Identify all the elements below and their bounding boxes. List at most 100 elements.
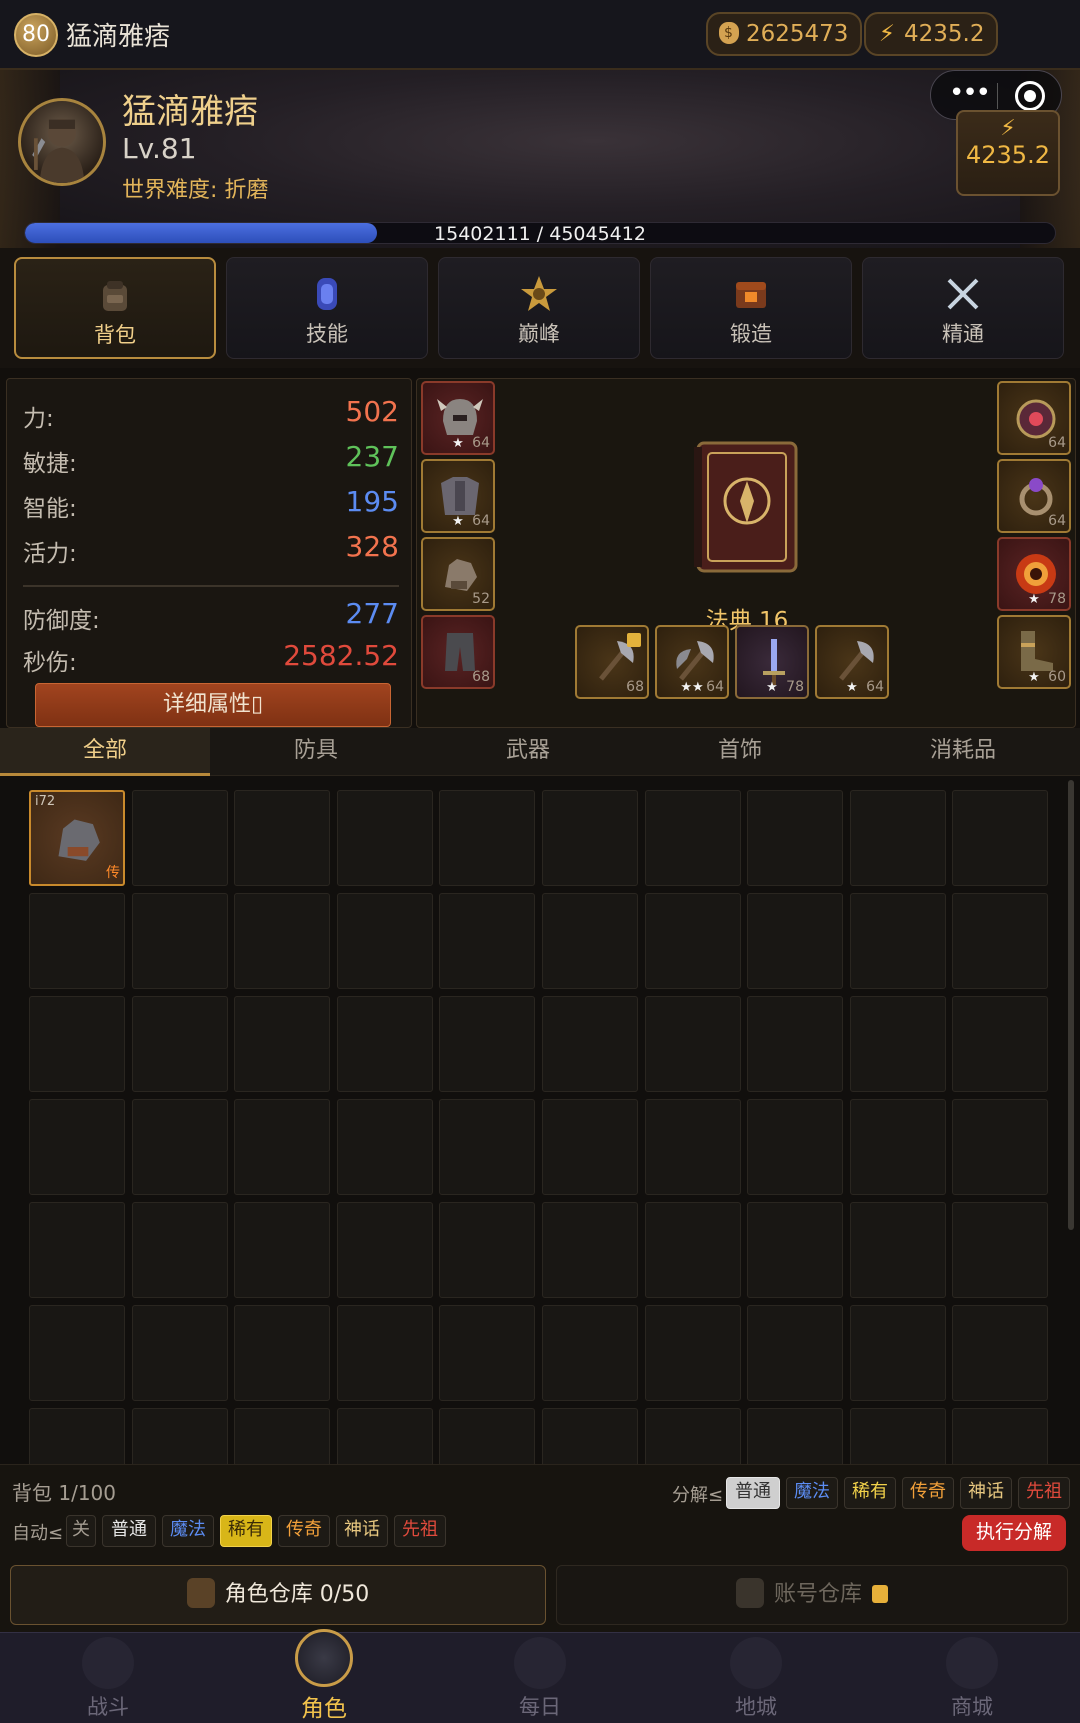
salvage-chip[interactable]: 传奇 bbox=[902, 1477, 954, 1509]
inventory-slot[interactable] bbox=[747, 1202, 843, 1298]
inventory-slot[interactable] bbox=[542, 893, 638, 989]
inventory-slot[interactable] bbox=[645, 893, 741, 989]
inventory-slot[interactable] bbox=[747, 893, 843, 989]
inventory-slot[interactable] bbox=[645, 996, 741, 1092]
codex-book-icon[interactable] bbox=[692, 437, 802, 577]
weapon-slot-3[interactable]: ★ 78 bbox=[735, 625, 809, 699]
salvage-chip[interactable]: 关 bbox=[66, 1515, 96, 1547]
salvage-chip[interactable]: 神话 bbox=[336, 1515, 388, 1547]
weapon-slot-1[interactable]: 68 bbox=[575, 625, 649, 699]
inventory-slot[interactable] bbox=[542, 1305, 638, 1401]
inventory-slot[interactable] bbox=[439, 1408, 535, 1464]
equip-slot-boots[interactable]: ★ 60 bbox=[997, 615, 1071, 689]
inventory-slot[interactable] bbox=[850, 1408, 946, 1464]
nav-dungeon[interactable]: 地城 bbox=[648, 1633, 864, 1723]
salvage-chip[interactable]: 魔法 bbox=[162, 1515, 214, 1547]
inventory-slot[interactable] bbox=[132, 1202, 228, 1298]
salvage-chip[interactable]: 传奇 bbox=[278, 1515, 330, 1547]
cat-tab-weapons[interactable]: 武器 bbox=[422, 728, 634, 776]
account-stash-button[interactable]: 账号仓库 bbox=[556, 1565, 1068, 1625]
role-stash-button[interactable]: 角色仓库 0/50 bbox=[10, 1565, 546, 1625]
inventory-slot[interactable] bbox=[337, 1408, 433, 1464]
inventory-slot[interactable] bbox=[850, 893, 946, 989]
inventory-slot[interactable] bbox=[747, 790, 843, 886]
equip-slot-chest[interactable]: ★ 64 bbox=[421, 459, 495, 533]
salvage-chip[interactable]: 普通 bbox=[726, 1477, 780, 1509]
inventory-slot[interactable] bbox=[645, 1202, 741, 1298]
tab-backpack[interactable]: 背包 bbox=[14, 257, 216, 359]
inventory-slot[interactable] bbox=[29, 1099, 125, 1195]
inventory-slot[interactable] bbox=[337, 790, 433, 886]
more-menu-icon[interactable]: ••• bbox=[949, 80, 991, 107]
salvage-chip[interactable]: 普通 bbox=[102, 1515, 156, 1547]
inventory-slot[interactable] bbox=[952, 996, 1048, 1092]
gold-counter[interactable]: 2625473 bbox=[706, 12, 863, 56]
inventory-slot[interactable] bbox=[850, 790, 946, 886]
cat-tab-all[interactable]: 全部 bbox=[0, 728, 210, 776]
inventory-slot[interactable] bbox=[542, 790, 638, 886]
inventory-item[interactable]: i72 传 bbox=[29, 790, 125, 886]
nav-character[interactable]: 角色 bbox=[216, 1629, 432, 1723]
inventory-slot[interactable] bbox=[747, 1099, 843, 1195]
inventory-slot[interactable] bbox=[234, 790, 330, 886]
inventory-slot[interactable] bbox=[645, 790, 741, 886]
inventory-slot[interactable] bbox=[234, 1305, 330, 1401]
inventory-slot[interactable] bbox=[439, 996, 535, 1092]
weapon-slot-2[interactable]: ★★ 64 bbox=[655, 625, 729, 699]
inventory-slot[interactable] bbox=[850, 1305, 946, 1401]
inventory-slot[interactable] bbox=[132, 893, 228, 989]
close-target-icon[interactable] bbox=[1015, 81, 1045, 111]
inventory-slot[interactable] bbox=[952, 1408, 1048, 1464]
weapon-slot-4[interactable]: ★ 64 bbox=[815, 625, 889, 699]
cat-tab-consumables[interactable]: 消耗品 bbox=[846, 728, 1080, 776]
detail-attributes-button[interactable]: 详细属性▯ bbox=[35, 683, 391, 727]
inventory-slot[interactable] bbox=[747, 1408, 843, 1464]
inventory-slot[interactable] bbox=[952, 790, 1048, 886]
cat-tab-armor[interactable]: 防具 bbox=[210, 728, 422, 776]
inventory-slot[interactable] bbox=[132, 1408, 228, 1464]
inventory-slot[interactable] bbox=[542, 1099, 638, 1195]
inventory-slot[interactable] bbox=[337, 1305, 433, 1401]
avatar[interactable] bbox=[18, 98, 106, 186]
power-box[interactable]: ⚡ 4235.2 bbox=[956, 110, 1060, 196]
inventory-slot[interactable] bbox=[952, 1305, 1048, 1401]
inventory-slot[interactable] bbox=[234, 1099, 330, 1195]
tab-mastery[interactable]: 精通 bbox=[862, 257, 1064, 359]
nav-shop[interactable]: 商城 bbox=[864, 1633, 1080, 1723]
equip-slot-pants[interactable]: 68 bbox=[421, 615, 495, 689]
nav-daily[interactable]: 每日 bbox=[432, 1633, 648, 1723]
inventory-slot[interactable] bbox=[337, 996, 433, 1092]
inventory-slot[interactable] bbox=[645, 1099, 741, 1195]
inventory-slot[interactable] bbox=[952, 1202, 1048, 1298]
execute-salvage-button[interactable]: 执行分解 bbox=[962, 1515, 1066, 1551]
inventory-slot[interactable] bbox=[747, 1305, 843, 1401]
inventory-slot[interactable] bbox=[439, 1305, 535, 1401]
tab-paragon[interactable]: 巅峰 bbox=[438, 257, 640, 359]
inventory-slot[interactable] bbox=[850, 996, 946, 1092]
inventory-slot[interactable] bbox=[439, 1099, 535, 1195]
inventory-slot[interactable] bbox=[337, 893, 433, 989]
inventory-slot[interactable] bbox=[29, 1305, 125, 1401]
inventory-slot[interactable] bbox=[850, 1202, 946, 1298]
nav-battle[interactable]: 战斗 bbox=[0, 1633, 216, 1723]
inventory-slot[interactable] bbox=[234, 1202, 330, 1298]
inventory-slot[interactable] bbox=[952, 893, 1048, 989]
inventory-slot[interactable] bbox=[234, 996, 330, 1092]
inventory-slot[interactable] bbox=[747, 996, 843, 1092]
inventory-slot[interactable] bbox=[542, 1202, 638, 1298]
salvage-chip[interactable]: 神话 bbox=[960, 1477, 1012, 1509]
tab-forge[interactable]: 锻造 bbox=[650, 257, 852, 359]
equip-slot-amulet[interactable]: 64 bbox=[997, 381, 1071, 455]
equip-slot-ring[interactable]: 64 bbox=[997, 459, 1071, 533]
inventory-slot[interactable] bbox=[850, 1099, 946, 1195]
salvage-chip[interactable]: 稀有 bbox=[844, 1477, 896, 1509]
power-counter[interactable]: ⚡ 4235.2 bbox=[864, 12, 999, 56]
inventory-slot[interactable] bbox=[29, 996, 125, 1092]
inventory-slot[interactable] bbox=[645, 1305, 741, 1401]
salvage-chip[interactable]: 先祖 bbox=[394, 1515, 446, 1547]
inventory-slot[interactable] bbox=[132, 790, 228, 886]
inventory-slot[interactable] bbox=[337, 1202, 433, 1298]
inventory-slot[interactable] bbox=[337, 1099, 433, 1195]
inventory-slot[interactable] bbox=[439, 893, 535, 989]
inventory-slot[interactable] bbox=[542, 996, 638, 1092]
